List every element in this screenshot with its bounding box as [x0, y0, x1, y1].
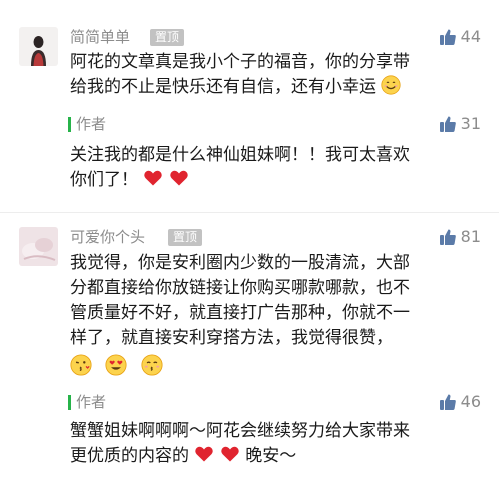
- emoji-row: [70, 354, 490, 381]
- red-heart-icon: [144, 170, 163, 186]
- face-blowing-kiss-icon: [70, 354, 92, 376]
- author-reply-marker: [68, 117, 71, 132]
- pin-badge: 置顶: [168, 229, 203, 246]
- reply-text-line: 晚安～: [245, 446, 297, 466]
- reply-text: 蟹蟹姐妹啊啊啊～阿花会继续努力给大家带来 更优质的内容的 晚安～: [70, 419, 490, 469]
- red-heart-icon: [170, 170, 188, 186]
- reply-like-button[interactable]: 31: [439, 114, 481, 134]
- like-count: 46: [460, 392, 481, 411]
- divider: [0, 212, 499, 213]
- thumbs-up-icon: [439, 29, 456, 45]
- like-count: 44: [460, 27, 481, 46]
- like-count: 31: [460, 114, 481, 133]
- reply-text-line-with-emoji: 你们了！: [70, 168, 490, 193]
- comment-text-line: 我觉得，你是安利圈内少数的一股清流，大部: [70, 253, 410, 273]
- author-label: 作者: [76, 393, 107, 411]
- comment-text-line: 阿花的文章真是我小个子的福音，你的分享带: [70, 52, 410, 72]
- thumbs-up-icon: [439, 229, 456, 245]
- red-heart-icon: [221, 446, 239, 462]
- comment-text-line: 分都直接给你放链接让你购买哪款哪款，也不: [70, 278, 410, 298]
- author-reply-marker: [68, 395, 71, 410]
- like-count: 81: [460, 227, 481, 246]
- red-heart-icon: [195, 446, 214, 462]
- reply-text-line-with-emoji: 更优质的内容的 晚安～: [70, 444, 490, 469]
- comment-item: 简简单单 置顶 44 阿花的文章真是我小个子的福音，你的分享带 给我的不止是快乐…: [0, 0, 499, 205]
- comment-text: 我觉得，你是安利圈内少数的一股清流，大部 分都直接给你放链接让你购买哪款哪款，也…: [70, 251, 490, 381]
- thumbs-up-icon: [439, 394, 456, 410]
- avatar[interactable]: [19, 27, 58, 66]
- author-label: 作者: [76, 115, 107, 133]
- heart-eyes-icon: [105, 354, 127, 376]
- comment-text-line: 管质量好不好，就直接打广告那种，你就不一: [70, 303, 410, 323]
- pin-badge: 置顶: [150, 29, 185, 46]
- avatar[interactable]: [19, 227, 58, 266]
- comment-item: 可爱你个头 置顶 81 我觉得，你是安利圈内少数的一股清流，大部 分都直接给你放…: [0, 215, 499, 500]
- comment-text: 阿花的文章真是我小个子的福音，你的分享带 给我的不止是快乐还有自信，还有小幸运: [70, 50, 490, 100]
- reply-text-line: 你们了！: [70, 170, 138, 190]
- comment-text-line: 样了，就直接安利穿搭方法，我觉得很赞，: [70, 328, 393, 348]
- avatar-image: [19, 227, 58, 266]
- comment-text-line: 给我的不止是快乐还有自信，还有小幸运: [70, 77, 376, 97]
- kissing-face-icon: [141, 354, 163, 376]
- like-button[interactable]: 44: [439, 27, 481, 47]
- reply-text-line: 关注我的都是什么神仙姐妹啊！！我可太喜欢: [70, 145, 410, 165]
- smile-emoji-icon: [381, 75, 402, 95]
- username[interactable]: 可爱你个头: [70, 228, 145, 246]
- comment-text-line-with-emoji: 给我的不止是快乐还有自信，还有小幸运: [70, 75, 490, 100]
- like-button[interactable]: 81: [439, 227, 481, 247]
- username[interactable]: 简简单单: [70, 28, 130, 46]
- reply-text-line: 更优质的内容的: [70, 446, 189, 466]
- reply-text-line: 蟹蟹姐妹啊啊啊～阿花会继续努力给大家带来: [70, 421, 410, 441]
- avatar-image: [19, 27, 58, 66]
- reply-like-button[interactable]: 46: [439, 392, 481, 412]
- reply-text: 关注我的都是什么神仙姐妹啊！！我可太喜欢 你们了！: [70, 143, 490, 193]
- thumbs-up-icon: [439, 116, 456, 132]
